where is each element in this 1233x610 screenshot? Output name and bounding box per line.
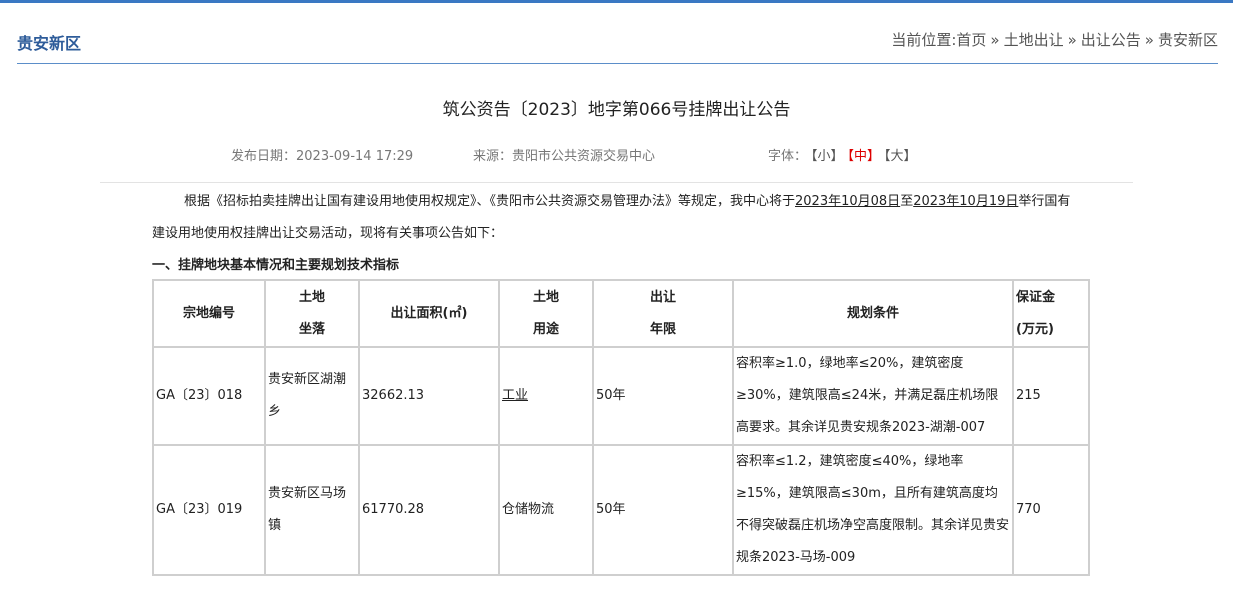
- cell-parcel-id: GA〔23〕018: [152, 346, 266, 446]
- header-deposit-line1: 保证金: [1016, 289, 1056, 305]
- header-parcel-id: 宗地编号: [152, 279, 266, 348]
- end-date: 2023年10月19日: [913, 194, 1019, 209]
- table-row: GA〔23〕019 贵安新区马场镇 61770.28 仓储物流 50年 容积率≤…: [152, 444, 1090, 576]
- table-header-row: 宗地编号 土地坐落 出让面积(㎡) 土地用途 出让年限 规划条件 保证金 (万元): [152, 279, 1090, 348]
- cell-term: 50年: [592, 444, 734, 576]
- section-heading: 一、挂牌地块基本情况和主要规划技术指标: [152, 258, 400, 273]
- header-area: 出让面积(㎡): [358, 279, 500, 348]
- header-term-line1: 出让: [649, 289, 676, 305]
- cell-location: 贵安新区湖潮乡: [264, 346, 360, 446]
- header-term-line2: 年限: [649, 321, 676, 337]
- cell-land-use: 工业: [498, 346, 594, 446]
- meta-divider: [100, 182, 1133, 183]
- header-deposit: 保证金 (万元): [1012, 279, 1090, 348]
- font-large-button[interactable]: 【大】: [884, 149, 917, 164]
- cell-area: 61770.28: [358, 444, 500, 576]
- breadcrumb-transfer-notice-link[interactable]: 出让公告: [1081, 31, 1141, 49]
- cell-planning: 容积率≤1.2，建筑密度≤40%，绿地率≥15%，建筑限高≤30m，且所有建筑高…: [732, 444, 1014, 576]
- header-location: 土地 坐落: [264, 279, 360, 348]
- cell-deposit: 770: [1012, 444, 1090, 576]
- header-term: 出让 年限: [592, 279, 734, 348]
- font-size-label: 字体：: [768, 149, 808, 164]
- article-body: 根据《招标拍卖挂牌出让国有建设用地使用权规定》、《贵阳市公共资源交易管理办法》等…: [152, 186, 1082, 276]
- source-value: 贵阳市公共资源交易中心: [512, 149, 656, 164]
- cell-parcel-id: GA〔23〕019: [152, 444, 266, 576]
- cell-location: 贵安新区马场镇: [264, 444, 360, 576]
- breadcrumb-guian-link[interactable]: 贵安新区: [1158, 31, 1218, 49]
- breadcrumb-land-transfer-link[interactable]: 土地出让: [1004, 31, 1064, 49]
- font-size-switcher: 字体： 【小】 【中】 【大】: [768, 145, 917, 164]
- breadcrumb-separator: »: [1144, 31, 1154, 49]
- publish-date: 发布日期：2023-09-14 17:29: [231, 145, 413, 164]
- font-medium-button[interactable]: 【中】: [848, 149, 881, 164]
- section-title: 贵安新区: [17, 34, 82, 53]
- source: 来源：贵阳市公共资源交易中心: [473, 145, 655, 164]
- intro-text: 至: [900, 194, 914, 209]
- top-accent-line: [0, 0, 1233, 3]
- breadcrumb-home-link[interactable]: 首页: [956, 31, 986, 49]
- cell-planning: 容积率≥1.0，绿地率≤20%，建筑密度≥30%，建筑限高≤24米，并满足磊庄机…: [732, 346, 1014, 446]
- breadcrumb: 当前位置:首页» 土地出让» 出让公告» 贵安新区: [891, 29, 1218, 50]
- cell-land-use: 仓储物流: [498, 444, 594, 576]
- breadcrumb-separator: »: [990, 31, 1000, 49]
- header-location-line2: 坐落: [298, 321, 325, 337]
- publish-date-label: 发布日期：: [231, 149, 297, 164]
- article-title: 筑公资告〔2023〕地字第066号挂牌出让公告: [442, 100, 791, 120]
- publish-date-value: 2023-09-14 17:29: [296, 149, 414, 164]
- intro-paragraph: 根据《招标拍卖挂牌出让国有建设用地使用权规定》、《贵阳市公共资源交易管理办法》等…: [152, 186, 1082, 250]
- breadcrumb-prefix: 当前位置:: [891, 31, 957, 49]
- breadcrumb-separator: »: [1067, 31, 1077, 49]
- cell-term: 50年: [592, 346, 734, 446]
- source-label: 来源：: [473, 149, 513, 164]
- cell-deposit: 215: [1012, 346, 1090, 446]
- header-deposit-line2: (万元): [1016, 321, 1054, 337]
- header-use-line2: 用途: [532, 321, 559, 337]
- cell-area: 32662.13: [358, 346, 500, 446]
- land-parcel-table: 宗地编号 土地坐落 出让面积(㎡) 土地用途 出让年限 规划条件 保证金 (万元)…: [152, 279, 1090, 576]
- start-date: 2023年10月08日: [795, 194, 901, 209]
- intro-text: 根据《招标拍卖挂牌出让国有建设用地使用权规定》、《贵阳市公共资源交易管理办法》等…: [184, 194, 796, 209]
- header-use-line1: 土地: [532, 289, 559, 305]
- header-planning: 规划条件: [732, 279, 1014, 348]
- font-small-button[interactable]: 【小】: [811, 149, 844, 164]
- article-meta: 发布日期：2023-09-14 17:29 来源：贵阳市公共资源交易中心 字体：…: [0, 145, 1233, 165]
- page-header: 贵安新区 当前位置:首页» 土地出让» 出让公告» 贵安新区: [17, 27, 1218, 64]
- table-row: GA〔23〕018 贵安新区湖潮乡 32662.13 工业 50年 容积率≥1.…: [152, 346, 1090, 446]
- header-location-line1: 土地: [298, 289, 325, 305]
- header-land-use: 土地 用途: [498, 279, 594, 348]
